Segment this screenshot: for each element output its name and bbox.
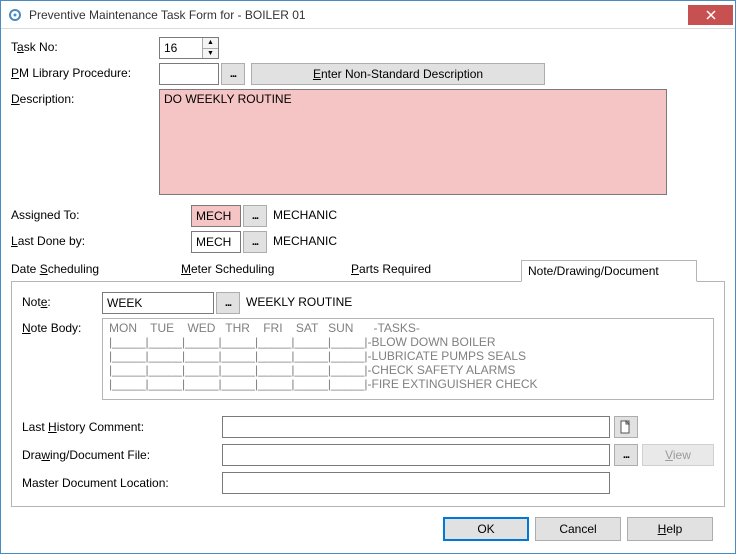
window-title: Preventive Maintenance Task Form for - B… (29, 8, 688, 22)
tab-date-scheduling[interactable]: Date Scheduling (11, 259, 181, 281)
cancel-button[interactable]: Cancel (535, 517, 621, 541)
tab-meter-scheduling[interactable]: Meter Scheduling (181, 259, 351, 281)
master-document-location-label: Master Document Location: (22, 476, 222, 490)
spinner-up-icon[interactable]: ▲ (203, 38, 218, 49)
tab-note-drawing-document[interactable]: Note/Drawing/Document (521, 260, 697, 282)
last-done-display: MECHANIC (273, 231, 337, 248)
task-no-label: Task No: (11, 37, 159, 54)
assigned-to-browse-button[interactable]: ... (243, 205, 267, 227)
dialog-footer: OK Cancel Help (11, 507, 725, 553)
drawing-document-label: Drawing/Document File: (22, 448, 222, 462)
last-done-input[interactable] (191, 231, 241, 253)
drawing-document-input[interactable] (222, 444, 610, 466)
description-label: Description: (11, 89, 159, 195)
window: Preventive Maintenance Task Form for - B… (0, 0, 736, 554)
tab-container: Date Scheduling Meter Scheduling Parts R… (11, 259, 725, 507)
tab-strip: Date Scheduling Meter Scheduling Parts R… (11, 259, 725, 281)
spinner-down-icon[interactable]: ▼ (203, 49, 218, 59)
assigned-to-label: Assigned To: (11, 205, 191, 222)
enter-non-standard-button[interactable]: Enter Non-Standard Description (251, 63, 545, 85)
history-copy-button[interactable] (614, 416, 638, 438)
last-done-label: Last Done by: (11, 231, 191, 248)
document-icon (620, 420, 632, 434)
pm-library-label: PM Library Procedure: (11, 63, 159, 80)
app-gear-icon (7, 7, 23, 23)
last-history-label: Last History Comment: (22, 420, 222, 434)
tab-parts-required[interactable]: Parts Required (351, 259, 521, 281)
note-description: WEEKLY ROUTINE (246, 292, 352, 309)
last-done-browse-button[interactable]: ... (243, 231, 267, 253)
note-body-textarea[interactable]: MON TUE WED THR FRI SAT SUN -TASKS- |___… (102, 318, 714, 400)
last-history-input[interactable] (222, 416, 610, 438)
close-button[interactable] (688, 5, 733, 25)
note-label: Note: (22, 292, 102, 309)
tab-panel: Note: ... WEEKLY ROUTINE Note Body: MON … (11, 281, 725, 507)
pm-library-browse-button[interactable]: ... (221, 63, 245, 85)
assigned-to-display: MECHANIC (273, 205, 337, 222)
assigned-to-input[interactable] (191, 205, 241, 227)
note-input[interactable] (102, 292, 214, 314)
master-document-location-input[interactable] (222, 472, 610, 494)
form-content: Task No: ▲ ▼ PM Library Procedure: ... E… (1, 29, 735, 553)
help-button[interactable]: Help (627, 517, 713, 541)
note-body-label: Note Body: (22, 318, 102, 412)
drawing-document-browse-button[interactable]: ... (614, 444, 638, 466)
bottom-fields: Last History Comment: Drawing/Document F… (22, 416, 714, 500)
task-no-spinner[interactable]: ▲ ▼ (159, 37, 219, 59)
description-textarea[interactable]: DO WEEKLY ROUTINE (159, 89, 667, 195)
titlebar: Preventive Maintenance Task Form for - B… (1, 1, 735, 29)
task-no-input[interactable] (160, 38, 202, 58)
note-browse-button[interactable]: ... (216, 292, 240, 314)
pm-library-input[interactable] (159, 63, 219, 85)
view-button: View (642, 444, 714, 466)
ok-button[interactable]: OK (443, 517, 529, 541)
